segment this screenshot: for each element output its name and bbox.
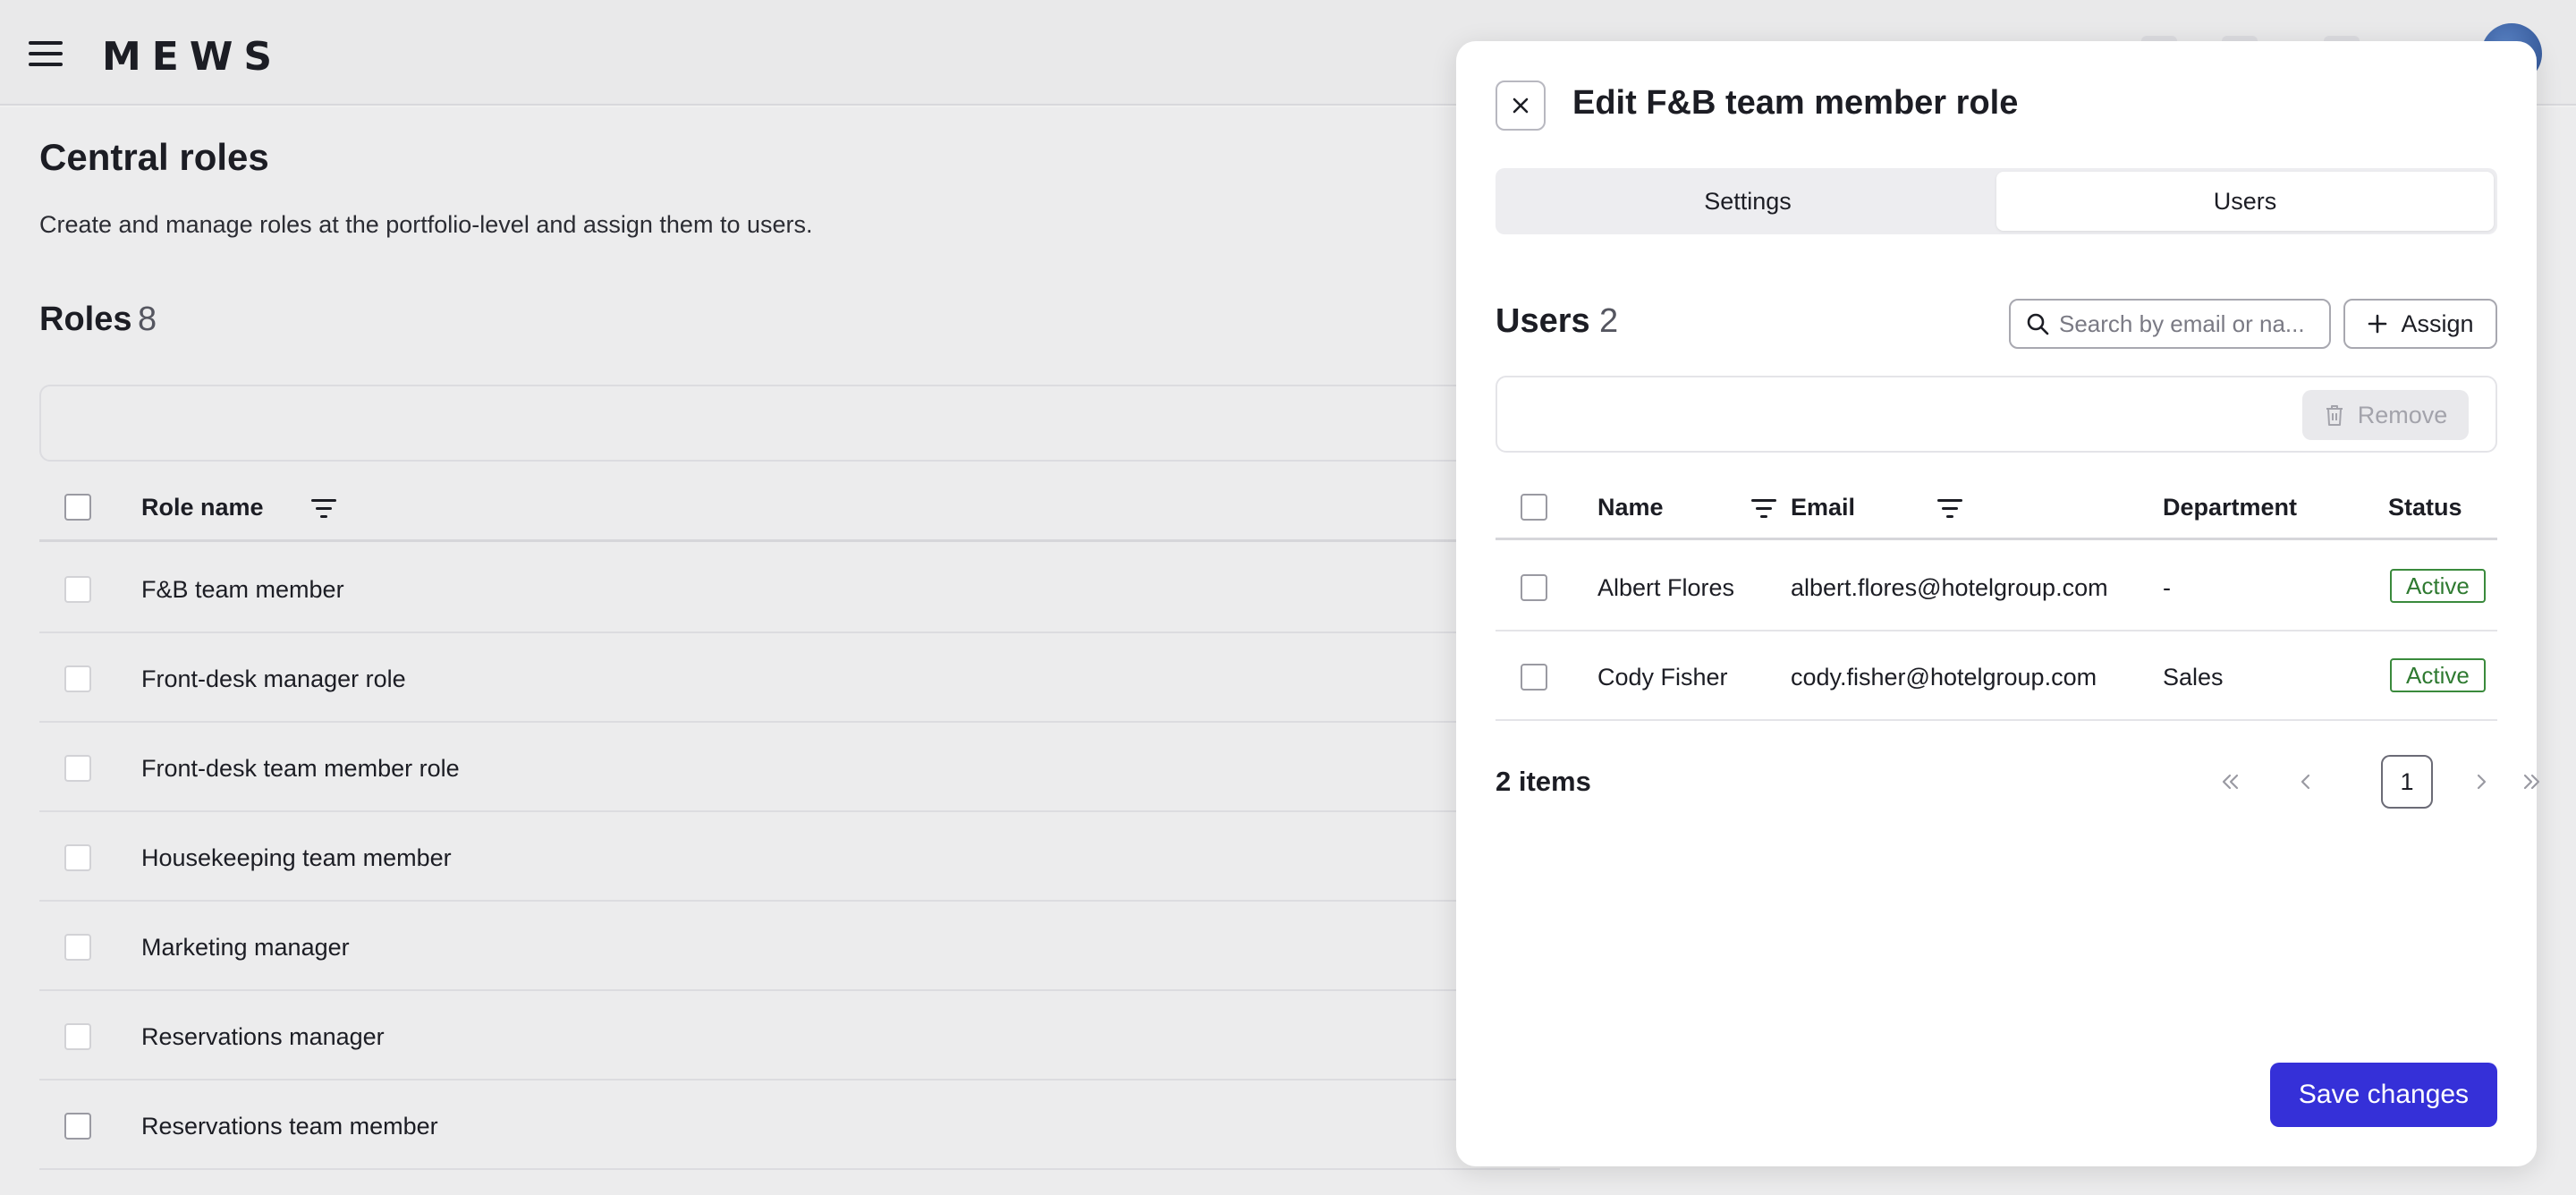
- tab-users[interactable]: Users: [1996, 172, 2494, 231]
- role-name: Front-desk manager role: [141, 665, 406, 692]
- table-row[interactable]: Marketing manager: [39, 902, 1560, 991]
- role-name-column-header: Role name: [141, 494, 264, 521]
- chevrons-right-icon: [2523, 774, 2540, 790]
- dialog-tabs: Settings Users: [1496, 168, 2497, 234]
- items-count: 2 items: [1496, 766, 1591, 797]
- name-column-header: Name: [1597, 494, 1664, 521]
- email-column-header: Email: [1791, 494, 1856, 521]
- assign-button[interactable]: Assign: [2343, 299, 2497, 349]
- table-row[interactable]: Front-desk manager role: [39, 633, 1560, 723]
- search-input[interactable]: [2059, 309, 2318, 338]
- app-logo: MEWS: [102, 34, 284, 80]
- assign-button-label: Assign: [2401, 309, 2474, 337]
- user-email: cody.fisher@hotelgroup.com: [1791, 664, 2097, 691]
- roles-toolbar: [39, 385, 1560, 462]
- table-row[interactable]: Front-desk team member role: [39, 723, 1560, 812]
- row-checkbox[interactable]: [64, 576, 91, 603]
- trash-icon: [2326, 405, 2343, 426]
- table-row[interactable]: Housekeeping team member: [39, 812, 1560, 902]
- pagination: 1: [2206, 755, 2540, 809]
- role-name: Reservations manager: [141, 1023, 385, 1050]
- roles-count: 8: [138, 301, 157, 338]
- close-icon: [1513, 97, 1529, 114]
- role-name: F&B team member: [141, 576, 344, 603]
- last-page-button[interactable]: [2506, 755, 2556, 809]
- previous-page-button[interactable]: [2281, 755, 2331, 809]
- user-department: Sales: [2163, 664, 2224, 691]
- chevrons-left-icon: [2222, 774, 2239, 790]
- role-name: Housekeeping team member: [141, 844, 452, 871]
- chevron-right-icon: [2477, 774, 2487, 790]
- row-checkbox[interactable]: [64, 1113, 91, 1140]
- filter-icon[interactable]: [311, 499, 336, 519]
- next-page-button[interactable]: [2456, 755, 2506, 809]
- row-checkbox[interactable]: [64, 934, 91, 961]
- search-icon: [2027, 313, 2049, 335]
- tab-settings[interactable]: Settings: [1499, 172, 1996, 231]
- plus-icon: [2368, 314, 2387, 334]
- status-column-header: Status: [2388, 494, 2462, 521]
- department-column-header: Department: [2163, 494, 2298, 521]
- row-checkbox[interactable]: [1521, 574, 1547, 601]
- close-button[interactable]: [1496, 81, 1546, 131]
- user-department: -: [2163, 574, 2171, 601]
- table-row[interactable]: F&B team member: [39, 544, 1560, 633]
- page-number-current[interactable]: 1: [2381, 755, 2433, 809]
- remove-button[interactable]: Remove: [2302, 390, 2469, 440]
- select-all-roles-checkbox[interactable]: [64, 494, 91, 521]
- filter-icon[interactable]: [1937, 499, 1962, 519]
- role-name: Marketing manager: [141, 934, 350, 961]
- hamburger-menu-icon[interactable]: [29, 41, 63, 66]
- role-name: Front-desk team member role: [141, 755, 460, 782]
- user-name: Cody Fisher: [1597, 664, 1728, 691]
- chevron-left-icon: [2301, 774, 2310, 790]
- page-subtitle: Create and manage roles at the portfolio…: [39, 211, 813, 238]
- row-checkbox[interactable]: [64, 1023, 91, 1050]
- row-checkbox[interactable]: [64, 665, 91, 692]
- users-heading: Users: [1496, 302, 1590, 340]
- edit-role-dialog: Edit F&B team member role Settings Users…: [1456, 41, 2540, 1166]
- row-checkbox[interactable]: [64, 755, 91, 782]
- table-row[interactable]: Reservations team member: [39, 1081, 1560, 1170]
- table-row[interactable]: Reservations manager: [39, 991, 1560, 1081]
- user-email: albert.flores@hotelgroup.com: [1791, 574, 2108, 601]
- role-name: Reservations team member: [141, 1113, 438, 1140]
- row-checkbox[interactable]: [1521, 664, 1547, 691]
- table-row[interactable]: Cody Fisher cody.fisher@hotelgroup.com S…: [1496, 631, 2497, 721]
- remove-button-label: Remove: [2357, 401, 2448, 428]
- filter-icon[interactable]: [1751, 499, 1776, 519]
- status-badge: Active: [2390, 658, 2486, 692]
- roles-heading: Roles: [39, 301, 132, 338]
- page-title: Central roles: [39, 136, 269, 178]
- select-all-users-checkbox[interactable]: [1521, 494, 1547, 521]
- save-changes-button[interactable]: Save changes: [2270, 1063, 2497, 1127]
- row-checkbox[interactable]: [64, 844, 91, 871]
- bulk-actions-bar: Remove: [1496, 376, 2497, 453]
- users-table-header: Name Email Department Status: [1496, 472, 2497, 540]
- first-page-button[interactable]: [2206, 755, 2256, 809]
- dialog-title: Edit F&B team member role: [1572, 84, 2019, 122]
- search-field[interactable]: [2009, 299, 2331, 349]
- status-badge: Active: [2390, 569, 2486, 603]
- user-name: Albert Flores: [1597, 574, 1735, 601]
- roles-table-header: Role name: [39, 474, 1560, 542]
- table-row[interactable]: Albert Flores albert.flores@hotelgroup.c…: [1496, 542, 2497, 631]
- users-count: 2: [1599, 302, 1619, 340]
